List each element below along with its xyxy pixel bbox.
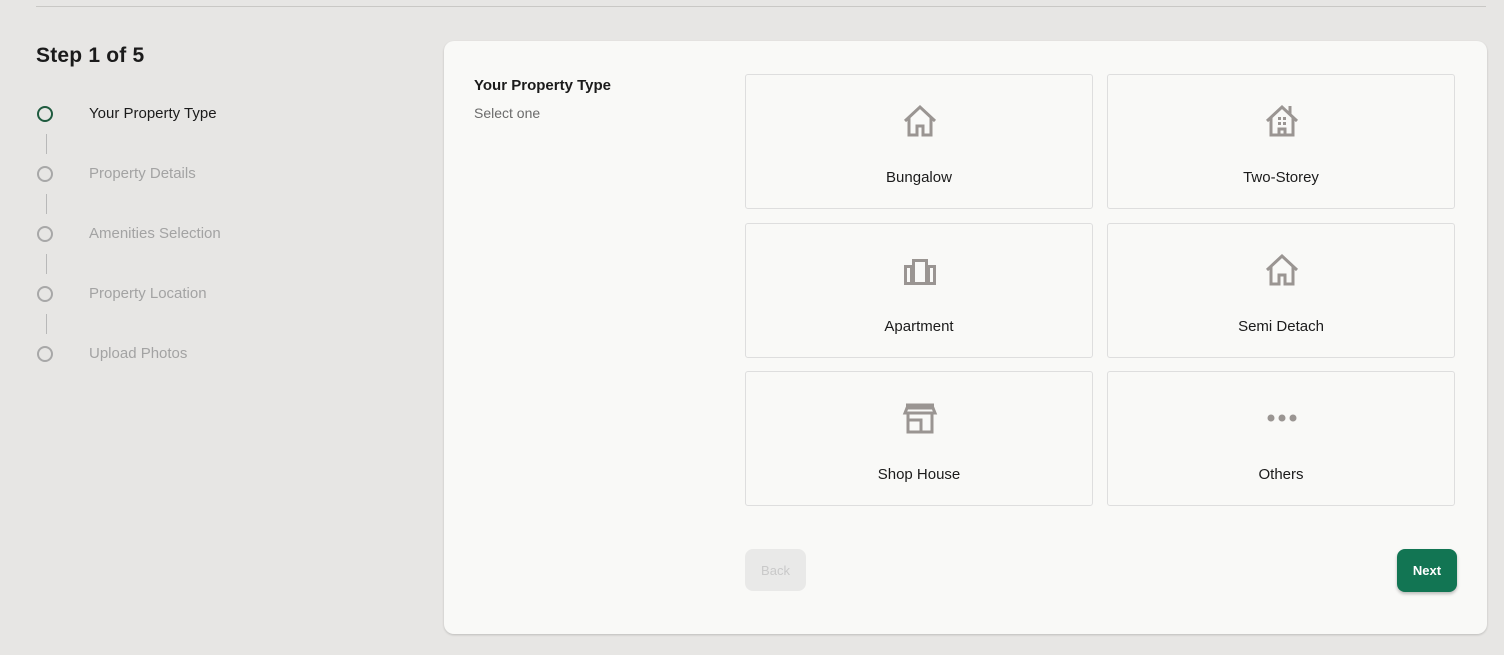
step-label: Your Property Type bbox=[89, 105, 217, 122]
option-two-storey[interactable]: Two-Storey bbox=[1107, 74, 1455, 209]
step-circle-icon bbox=[37, 106, 53, 122]
next-button[interactable]: Next bbox=[1397, 549, 1457, 592]
top-divider bbox=[36, 6, 1486, 7]
step-label: Amenities Selection bbox=[89, 225, 221, 242]
semi-detached-house-icon bbox=[1263, 251, 1301, 289]
step-connector bbox=[46, 314, 47, 334]
step-property-details[interactable]: Property Details bbox=[37, 164, 337, 184]
more-dots-icon bbox=[1263, 399, 1301, 437]
step-connector bbox=[46, 134, 47, 154]
section-subtitle: Select one bbox=[474, 105, 541, 121]
step-connector bbox=[46, 254, 47, 274]
option-label: Others bbox=[1258, 466, 1304, 483]
option-label: Bungalow bbox=[886, 169, 952, 186]
step-circle-icon bbox=[37, 286, 53, 302]
option-shop-house[interactable]: Shop House bbox=[745, 371, 1093, 506]
step-upload-photos[interactable]: Upload Photos bbox=[37, 344, 337, 364]
step-circle-icon bbox=[37, 166, 53, 182]
property-type-card: Your Property Type Select one Bungalow T… bbox=[444, 41, 1487, 634]
option-label: Shop House bbox=[877, 466, 961, 483]
option-semi-detach[interactable]: Semi Detach bbox=[1107, 223, 1455, 358]
option-others[interactable]: Others bbox=[1107, 371, 1455, 506]
step-circle-icon bbox=[37, 226, 53, 242]
storefront-icon bbox=[901, 399, 939, 437]
back-button[interactable]: Back bbox=[745, 549, 806, 591]
option-label: Apartment bbox=[884, 318, 954, 335]
step-your-property-type[interactable]: Your Property Type bbox=[37, 104, 337, 124]
step-circle-icon bbox=[37, 346, 53, 362]
step-label: Property Details bbox=[89, 165, 196, 182]
step-amenities-selection[interactable]: Amenities Selection bbox=[37, 224, 337, 244]
step-connector bbox=[46, 194, 47, 214]
step-label: Property Location bbox=[89, 285, 207, 302]
step-label: Upload Photos bbox=[89, 345, 188, 362]
wizard-stepper: Your Property Type Property Details Amen… bbox=[37, 104, 337, 364]
option-label: Two-Storey bbox=[1243, 169, 1319, 186]
two-storey-house-icon bbox=[1263, 102, 1301, 140]
option-bungalow[interactable]: Bungalow bbox=[745, 74, 1093, 209]
step-indicator: Step 1 of 5 bbox=[36, 44, 145, 67]
step-property-location[interactable]: Property Location bbox=[37, 284, 337, 304]
option-label: Semi Detach bbox=[1238, 318, 1324, 335]
apartment-building-icon bbox=[901, 251, 939, 289]
section-title: Your Property Type bbox=[474, 77, 611, 94]
house-icon bbox=[901, 102, 939, 140]
option-apartment[interactable]: Apartment bbox=[745, 223, 1093, 358]
